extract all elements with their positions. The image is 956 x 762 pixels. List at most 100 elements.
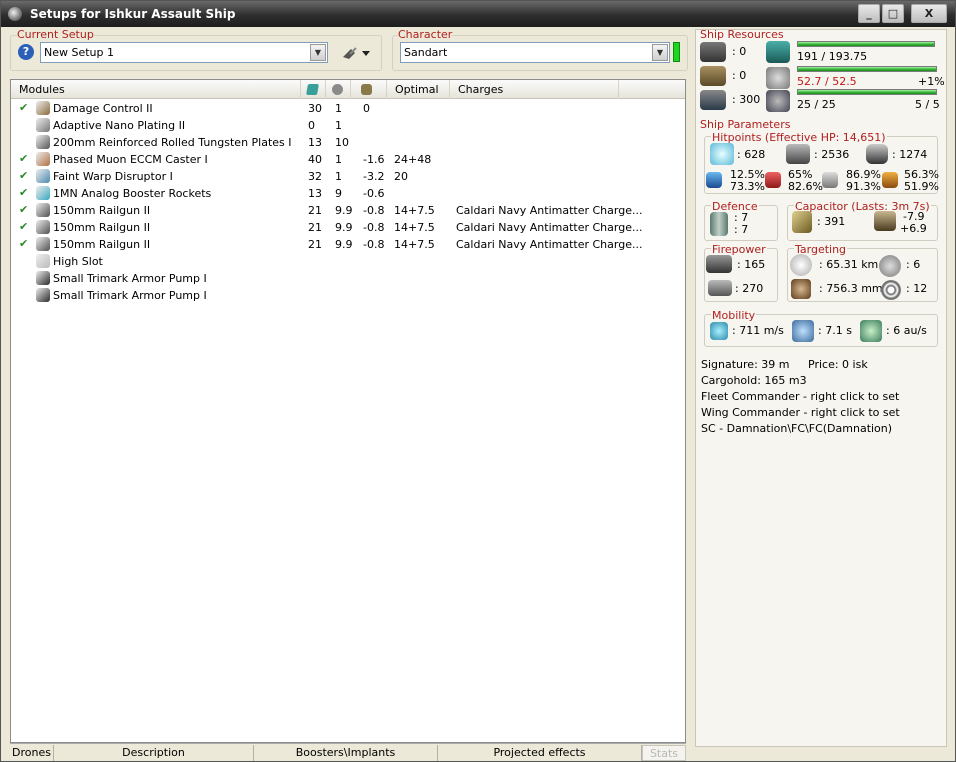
help-icon[interactable]: ? [18,44,34,60]
powergrid-bar [797,66,937,72]
module-powergrid: 1 [335,102,342,115]
module-active-check-icon: ✔ [19,220,29,233]
armor-icon [786,144,810,164]
module-charges: Caldari Navy Antimatter Charge... [456,204,643,217]
fleet-commander-slot[interactable]: Fleet Commander - right click to set [701,390,899,403]
module-row[interactable]: ✔ 150mm Railgun II 21 9.9 -0.8 14+7.5 Caldari … [11,202,685,219]
module-row[interactable]: Small Trimark Armor Pump I [11,287,685,304]
module-row[interactable]: 200mm Reinforced Rolled Tungsten Plates … [11,134,685,151]
launcher-slots-value: : 0 [732,69,747,82]
tab-projected-effects[interactable]: Projected effects [438,745,642,761]
capacitor-icon [361,84,372,95]
module-cpu: 13 [308,187,322,200]
scan-resolution-icon [791,279,811,299]
price-value: Price: 0 isk [808,358,868,371]
volley-icon [706,255,732,273]
module-name: 150mm Railgun II [53,238,151,251]
tab-drones[interactable]: Drones [10,745,54,761]
module-cpu: 40 [308,153,322,166]
setup-select-value: New Setup 1 [44,46,115,59]
module-capacitor: -1.6 [363,153,385,166]
railgun-icon [36,237,50,251]
module-name: 1MN Analog Booster Rockets [53,187,212,200]
armor-plate-icon [36,135,50,149]
setup-select[interactable]: New Setup 1 ▼ [40,42,328,63]
column-header-modules[interactable]: Modules [11,80,301,99]
capacitor-delta-2: +6.9 [900,222,927,235]
ship-menu-button[interactable] [341,45,371,61]
close-button[interactable]: X [911,4,947,23]
module-active-check-icon: ✔ [19,186,29,199]
cpu-icon [306,84,319,95]
squad-commander-slot[interactable]: SC - Damnation\FC\FC(Damnation) [701,422,892,435]
explosive-resist-icon [882,172,898,188]
module-powergrid: 1 [335,153,342,166]
tab-stats[interactable]: Stats [642,745,686,761]
tab-description[interactable]: Description [54,745,254,761]
character-status-indicator [673,42,680,62]
signature-value: Signature: 39 m [701,358,790,371]
module-row[interactable]: ✔ 1MN Analog Booster Rockets 13 9 -0.6 [11,185,685,202]
bottom-tab-bar: Drones Description Boosters\Implants Pro… [10,743,686,761]
module-active-check-icon: ✔ [19,237,29,250]
minimize-button[interactable]: _ [858,4,880,23]
scan-resolution-value: : 756.3 mm [819,282,883,295]
launcher-hardpoint-icon [700,66,726,86]
defence-icon [710,212,728,236]
module-powergrid: 1 [335,119,342,132]
max-velocity-value: : 711 m/s [732,324,784,337]
module-row[interactable]: ✔ 150mm Railgun II 21 9.9 -0.8 14+7.5 Caldari … [11,219,685,236]
wing-commander-slot[interactable]: Wing Commander - right click to set [701,406,900,419]
module-row[interactable]: Adaptive Nano Plating II 0 1 [11,117,685,134]
turret-hardpoint-icon [700,42,726,62]
afterburner-icon [36,186,50,200]
character-select[interactable]: Sandart ▼ [400,42,670,63]
damage-control-icon [36,101,50,115]
module-optimal: 14+7.5 [394,204,435,217]
armor-hp-value: : 2536 [814,148,850,161]
dps-icon [708,280,732,296]
align-time-value: : 7.1 s [818,324,852,337]
tab-boosters-implants[interactable]: Boosters\Implants [254,745,438,761]
max-targets-icon [879,255,901,277]
defence-value-2: : 7 [734,223,749,236]
current-setup-label: Current Setup [17,28,94,41]
shield-icon [710,143,734,165]
railgun-icon [36,220,50,234]
module-row[interactable]: ✔ Phased Muon ECCM Caster I 40 1 -1.6 24+48 [11,151,685,168]
turret-slots-value: : 0 [732,45,747,58]
capacitor-icon [792,211,812,233]
rig-icon [36,288,50,302]
module-cpu: 21 [308,238,322,251]
module-row[interactable]: ✔ Faint Warp Disruptor I 32 1 -3.2 20 [11,168,685,185]
capacitor-recharge-icon [874,211,896,231]
column-header-charges[interactable]: Charges [450,80,619,99]
module-cpu: 13 [308,136,322,149]
modules-list[interactable]: Modules Optimal Charges ✔ Damage Control … [10,79,686,743]
module-capacitor: 0 [363,102,370,115]
column-header-powergrid[interactable] [326,80,351,99]
armor-plating-icon [36,118,50,132]
window-title: Setups for Ishkur Assault Ship [30,7,236,21]
column-header-capacitor[interactable] [351,80,387,99]
drone-bay-bar [797,89,937,95]
column-header-optimal[interactable]: Optimal [387,80,450,99]
module-row[interactable]: ✔ 150mm Railgun II 21 9.9 -0.8 14+7.5 Caldari … [11,236,685,253]
maximize-button[interactable]: □ [882,4,904,23]
module-name: 150mm Railgun II [53,221,151,234]
module-row[interactable]: Small Trimark Armor Pump I [11,270,685,287]
module-capacitor: -0.8 [363,221,385,234]
max-targets-value: : 6 [906,258,921,271]
chevron-down-icon[interactable]: ▼ [310,44,326,61]
column-header-cpu[interactable] [301,80,326,99]
module-row[interactable]: ✔ Damage Control II 30 1 0 [11,100,685,117]
chevron-down-icon[interactable]: ▼ [652,44,668,61]
module-charges: Caldari Navy Antimatter Charge... [456,238,643,251]
title-bar[interactable]: Setups for Ishkur Assault Ship _ □ X [1,1,955,27]
drone-bay-value: 25 / 25 [797,98,836,111]
module-row[interactable]: High Slot [11,253,685,270]
kinetic-resist-b: 91.3% [846,180,881,193]
module-capacitor: -3.2 [363,170,385,183]
ship-icon [343,47,370,59]
ship-parameters-label: Ship Parameters [700,118,791,131]
